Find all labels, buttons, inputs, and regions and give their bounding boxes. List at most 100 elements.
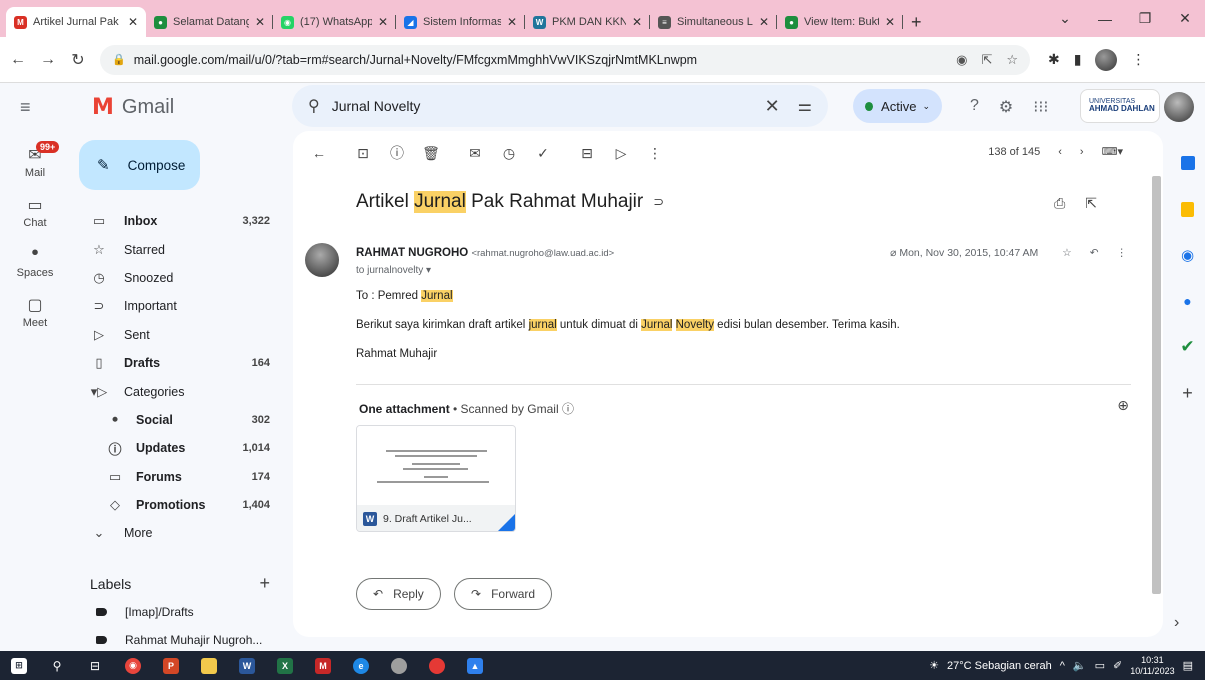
open-new-window-icon[interactable]: ⇱ [1085,195,1097,212]
forward-button[interactable]: ↷ Forward [454,578,553,610]
new-tab-button[interactable]: + [911,7,922,37]
app-icon-red[interactable]: M [304,651,342,680]
nav-item[interactable]: ▾▷ Categories [70,377,290,405]
category-item[interactable]: ⓘ Updates 1,014 [70,434,290,462]
browser-tab[interactable]: ● View Item: Bukti ✕ [777,7,903,37]
tab-close-icon[interactable]: ✕ [507,15,517,29]
category-item[interactable]: ◇ Promotions 1,404 [70,491,290,519]
pen-icon[interactable]: ✐ [1113,659,1122,672]
task-view-icon[interactable]: ⊟ [76,651,114,680]
main-menu-icon[interactable]: ≡ [20,97,50,118]
volume-icon[interactable]: 🔈 [1073,659,1087,672]
rail-mail[interactable]: ✉ 99+ Mail [0,141,70,179]
browser-tab[interactable]: M Artikel Jurnal Pak ✕ [6,7,146,37]
move-to-icon[interactable]: ⊟ [577,145,597,162]
recipient-details[interactable]: to jurnalnovelty ▾ [356,265,431,276]
message-scrollbar[interactable] [1152,176,1161,594]
search-icon[interactable]: ⚲ [308,96,320,116]
browser-tab[interactable]: ≡ Simultaneous Lo ✕ [650,7,777,37]
file-explorer-icon[interactable] [190,651,228,680]
label-item[interactable]: Rahmat Muhajir Nugroh... [70,626,290,654]
back-to-search-icon[interactable]: ← [309,145,329,161]
tasks-icon[interactable]: ◉ [1170,232,1205,278]
sender-name[interactable]: RAHMAT NUGROHO [356,247,468,259]
chrome-icon[interactable]: ◉ [114,651,152,680]
newer-icon[interactable]: ‹ [1058,146,1062,158]
snooze-icon[interactable]: ◷ [499,145,519,162]
notifications-icon[interactable]: ▤ [1183,659,1193,672]
back-icon[interactable]: ← [6,51,30,69]
reload-icon[interactable]: ↻ [66,50,90,70]
compose-button[interactable]: ✎ Compose [79,140,200,190]
important-marker-icon[interactable]: ⊃ [653,194,664,210]
tray-chevron-icon[interactable]: ^ [1060,660,1065,672]
tab-search-icon[interactable]: ⌄ [1045,10,1085,27]
older-icon[interactable]: › [1080,146,1084,158]
eye-icon[interactable]: ◉ [956,52,967,68]
minimize-button[interactable]: — [1085,11,1125,27]
show-side-panel-icon[interactable]: › [1174,614,1179,632]
rail-spaces[interactable]: ꔷ Spaces [0,245,70,279]
add-label-icon[interactable]: + [259,573,270,594]
add-task-icon[interactable]: ✓ [533,145,553,162]
status-button[interactable]: Active ⌄ [853,89,942,123]
windows-start-icon[interactable]: ⊞ [0,651,38,680]
add-to-drive-icon[interactable]: ⊕ [1117,397,1129,414]
bookmark-star-icon[interactable]: ☆ [1006,52,1018,68]
rail-chat[interactable]: ▭ Chat [0,195,70,229]
reply-icon[interactable]: ↶ [1090,247,1099,259]
network-icon[interactable]: ▭ [1095,659,1105,672]
settings-gear-icon[interactable]: ⚙ [999,97,1013,117]
category-item[interactable]: ꔷ Social 302 [70,406,290,434]
browser-tab[interactable]: ◢ Sistem Informasi ✕ [396,7,525,37]
browser-tab[interactable]: ◉ (17) WhatsApp ✕ [273,7,396,37]
label-icon[interactable]: ▷ [611,145,631,162]
star-icon[interactable]: ☆ [1062,247,1071,259]
tab-close-icon[interactable]: ✕ [632,15,642,29]
mark-unread-icon[interactable]: ✉ [465,145,485,162]
more-options-icon[interactable]: ⋮ [645,145,665,162]
edge-icon[interactable]: e [342,651,380,680]
calendar-icon[interactable] [1170,140,1205,186]
tab-close-icon[interactable]: ✕ [759,15,769,29]
sender-avatar[interactable] [305,243,339,277]
nav-item[interactable]: ⊃ Important [70,292,290,320]
category-item[interactable]: ▭ Forums 174 [70,463,290,491]
weather-text[interactable]: 27°C Sebagian cerah [947,660,1052,672]
tab-close-icon[interactable]: ✕ [885,15,895,29]
excel-icon[interactable]: X [266,651,304,680]
message-more-icon[interactable]: ⋮ [1117,247,1128,259]
photos-icon[interactable]: ▲ [456,651,494,680]
word-icon[interactable]: W [228,651,266,680]
chrome-profile-icon[interactable] [380,651,418,680]
apps-grid-icon[interactable]: ⁝⁝⁝ [1033,97,1048,117]
search-input[interactable]: Jurnal Novelty [332,98,765,114]
clock[interactable]: 10:31 10/11/2023 [1130,655,1174,677]
close-window-button[interactable]: ✕ [1165,10,1205,27]
tab-close-icon[interactable]: ✕ [128,15,138,29]
nav-item[interactable]: ▯ Drafts 164 [70,349,290,377]
browser-menu-icon[interactable]: ⋮ [1131,51,1145,68]
taskbar-search-icon[interactable]: ⚲ [38,651,76,680]
account-avatar[interactable] [1164,92,1194,122]
delete-icon[interactable]: 🗑 [421,145,441,162]
powerpoint-icon[interactable]: P [152,651,190,680]
nav-item[interactable]: ▷ Sent [70,321,290,349]
get-addons-icon[interactable]: + [1170,370,1205,416]
forward-icon[interactable]: → [36,51,60,69]
help-icon[interactable]: ? [970,97,979,117]
tab-close-icon[interactable]: ✕ [378,15,388,29]
extensions-puzzle-icon[interactable]: ✱ [1048,51,1060,68]
search-options-icon[interactable]: ⚌ [798,96,812,116]
input-tools-icon[interactable]: ⌨▾ [1102,145,1123,158]
tab-close-icon[interactable]: ✕ [255,15,265,29]
keep-icon[interactable] [1170,186,1205,232]
nav-item[interactable]: ▭ Inbox 3,322 [70,207,290,235]
addon-check-icon[interactable]: ✔ [1170,324,1205,370]
nav-more[interactable]: ⌄ More [70,519,290,547]
reply-button[interactable]: ↶ Reply [356,578,441,610]
report-spam-icon[interactable]: ⓘ [387,143,407,163]
browser-profile-avatar[interactable] [1095,48,1118,71]
nav-item[interactable]: ◷ Snoozed [70,264,290,292]
clear-search-icon[interactable]: ✕ [765,96,780,117]
